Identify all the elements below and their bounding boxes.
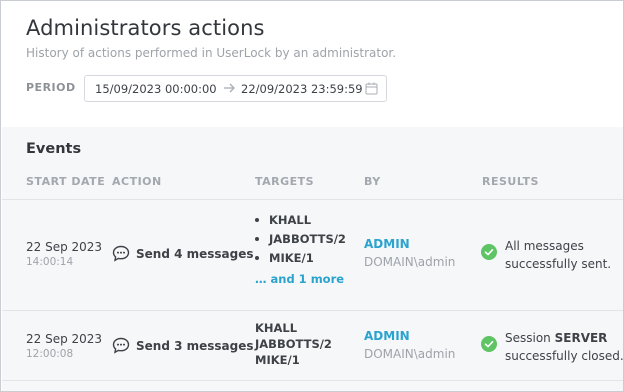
- target-item: KHALL: [253, 210, 346, 229]
- target-item: JABBOTTS/2: [255, 337, 332, 351]
- app-window: Administrators actions History of action…: [0, 0, 624, 392]
- by-cell: ADMIN DOMAIN\admin: [364, 329, 455, 361]
- event-date: 22 Sep 2023: [26, 332, 103, 346]
- results-cell: All messages successfully sent.: [481, 237, 611, 273]
- show-more-targets-link[interactable]: … and 1 more: [253, 272, 346, 286]
- action-cell: Send 3 messages: [112, 337, 254, 354]
- period-range-picker[interactable]: 15/09/2023 00:00:00 22/09/2023 23:59:59: [84, 75, 387, 102]
- page-header: Administrators actions History of action…: [2, 2, 623, 127]
- chat-bubble-icon: [112, 337, 130, 354]
- arrow-right-icon: [224, 83, 235, 93]
- period-start-field[interactable]: 15/09/2023 00:00:00: [95, 82, 217, 96]
- column-header-action[interactable]: ACTION: [112, 175, 162, 188]
- chat-bubble-icon: [112, 245, 130, 262]
- action-label: Send 3 messages: [136, 338, 254, 353]
- column-header-start-date[interactable]: START DATE: [26, 175, 105, 188]
- event-time: 12:00:08: [26, 348, 74, 360]
- by-cell: ADMIN DOMAIN\admin: [364, 237, 455, 269]
- admin-user-link[interactable]: ADMIN: [364, 329, 455, 343]
- admin-domain: DOMAIN\admin: [364, 255, 456, 269]
- start-date-cell: 22 Sep 2023 14:00:14: [26, 240, 102, 268]
- target-item: MIKE/1: [255, 353, 300, 367]
- period-end-field[interactable]: 22/09/2023 23:59:59: [241, 82, 363, 96]
- check-circle-icon: [481, 336, 497, 352]
- targets-cell: KHALL JABBOTTS/2 MIKE/1 … and 1 more: [253, 210, 346, 286]
- target-item: JABBOTTS/2: [253, 229, 346, 248]
- admin-domain: DOMAIN\admin: [364, 347, 456, 361]
- target-item: KHALL: [255, 321, 298, 335]
- column-header-results[interactable]: RESULTS: [482, 175, 539, 188]
- row-divider: [2, 310, 623, 311]
- check-circle-icon: [481, 244, 497, 260]
- page-title: Administrators actions: [26, 16, 265, 40]
- event-time: 14:00:14: [26, 256, 74, 268]
- events-panel: Events START DATE ACTION TARGETS BY RESU…: [2, 127, 624, 391]
- admin-user-link[interactable]: ADMIN: [364, 237, 455, 251]
- row-divider: [2, 380, 623, 381]
- row-divider: [2, 199, 623, 200]
- action-label: Send 4 messages: [136, 246, 254, 261]
- results-cell: Session SERVER successfully closed.: [481, 329, 624, 365]
- target-item: MIKE/1: [253, 248, 346, 267]
- result-message: Session SERVER successfully closed.: [505, 331, 624, 363]
- events-title: Events: [26, 141, 82, 157]
- page-subtitle: History of actions performed in UserLock…: [26, 46, 397, 60]
- start-date-cell: 22 Sep 2023 12:00:08: [26, 332, 102, 360]
- action-cell: Send 4 messages: [112, 245, 254, 262]
- calendar-icon[interactable]: [365, 82, 378, 95]
- column-header-by[interactable]: BY: [364, 175, 381, 188]
- event-date: 22 Sep 2023: [26, 240, 103, 254]
- targets-cell: KHALL JABBOTTS/2 MIKE/1: [255, 320, 332, 368]
- column-header-targets[interactable]: TARGETS: [255, 175, 314, 188]
- period-label: PERIOD: [26, 81, 76, 94]
- result-message: All messages successfully sent.: [505, 239, 612, 271]
